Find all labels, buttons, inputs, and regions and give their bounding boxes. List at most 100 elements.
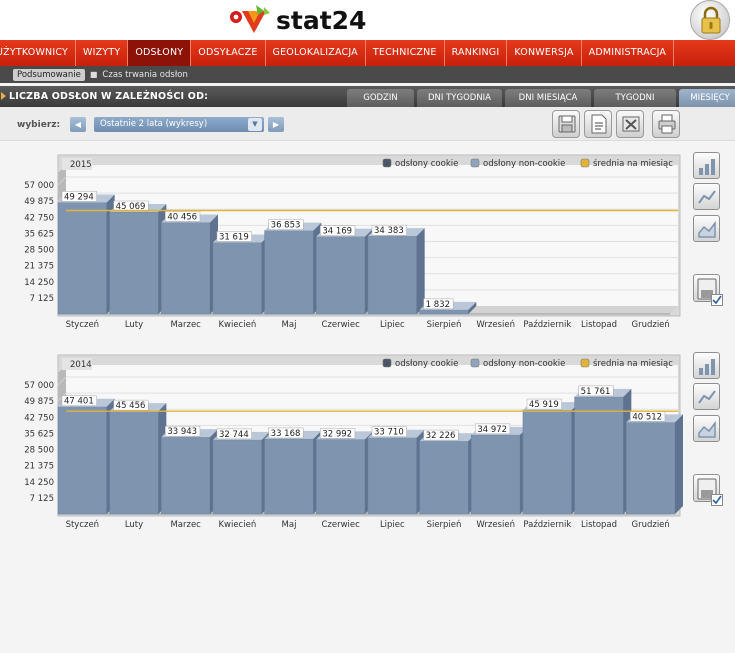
nav-item-technical[interactable]: TECHNICZNE [366, 40, 445, 66]
nav-item-referrers[interactable]: ODSYŁACZE [191, 40, 266, 66]
chart-type-line-button[interactable] [693, 183, 720, 210]
x-tick-label: Sierpień [427, 520, 462, 530]
export-txt-button[interactable] [584, 110, 612, 138]
sub-navigation: Podsumowanie ■ Czas trwania odsłon [0, 66, 735, 83]
txt-export-icon [591, 114, 607, 134]
data-label: 33 943 [167, 427, 197, 437]
legend-label: odsłony cookie [395, 359, 458, 369]
chart-title: 2015 [70, 160, 92, 170]
save-chart-checkbox[interactable] [711, 294, 723, 306]
next-option-button[interactable]: ▶ [268, 117, 284, 132]
section-arrow-icon [1, 92, 6, 100]
chart-type-area-button[interactable] [693, 215, 720, 242]
data-label: 49 294 [64, 192, 94, 202]
period-tabs: GODZIN DNI TYGODNIA DNI MIESIĄCA TYGODNI… [347, 89, 735, 107]
sub-nav-duration[interactable]: Czas trwania odsłon [102, 70, 187, 80]
bar-chart-icon [699, 359, 715, 375]
legend-label: średnia na miesiąc [593, 158, 673, 169]
y-tick-label: 7 125 [30, 494, 54, 504]
tab-weeks[interactable]: TYGODNI [594, 89, 676, 107]
x-tick-label: Marzec [170, 520, 201, 530]
chevron-down-icon: ▼ [248, 118, 262, 131]
logo[interactable]: stat24 [228, 3, 366, 37]
y-tick-label: 28 500 [24, 246, 54, 256]
tab-weekdays[interactable]: DNI TYGODNIA [417, 89, 502, 107]
save-button[interactable] [552, 110, 580, 138]
x-tick-label: Kwiecień [218, 520, 256, 530]
tab-months[interactable]: MIESIĘCY [679, 89, 735, 107]
bar [419, 309, 469, 315]
x-tick-label: Czerwiec [321, 320, 360, 330]
arrow-left-icon: ◀ [74, 120, 82, 129]
y-tick-label: 21 375 [24, 262, 54, 272]
chart-type-line-button[interactable] [693, 383, 720, 410]
nav-item-users[interactable]: UŻYTKOWNICY [0, 40, 77, 66]
data-label: 33 710 [374, 428, 404, 438]
chart-type-area-button[interactable] [693, 415, 720, 442]
legend-label: średnia na miesiąc [593, 358, 673, 369]
data-label: 34 383 [374, 226, 404, 236]
legend-swatch [470, 158, 480, 168]
y-tick-label: 57 000 [24, 381, 54, 391]
x-tick-label: Maj [282, 320, 297, 330]
legend-label: odsłony non-cookie [483, 359, 565, 369]
tab-hours[interactable]: GODZIN [347, 89, 414, 107]
legend-label: odsłony non-cookie [483, 159, 565, 169]
line-chart-icon [698, 390, 716, 404]
chart-type-bar-button[interactable] [693, 352, 720, 379]
x-tick-label: Lipiec [380, 520, 405, 530]
tab-month-days[interactable]: DNI MIESIĄCA [505, 89, 591, 107]
x-tick-label: Październik [523, 320, 571, 330]
chart-type-bar-button[interactable] [693, 152, 720, 179]
x-tick-label: Listopad [581, 520, 617, 530]
bar [316, 439, 366, 515]
excel-export-icon [622, 116, 640, 132]
bar-chart-2015: 57 000 49 875 42 750 35 625 28 500 21 375 14 2… [24, 154, 681, 330]
y-tick-label: 49 875 [24, 397, 54, 407]
bar [626, 422, 676, 515]
nav-item-rankings[interactable]: RANKINGI [445, 40, 508, 66]
bar [212, 439, 262, 515]
legend-swatch [382, 358, 392, 368]
nav-item-conversion[interactable]: KONWERSJA [507, 40, 582, 66]
data-label: 34 169 [322, 227, 352, 237]
period-select[interactable]: Ostatnie 2 lata (wykresy) ▼ [94, 117, 264, 132]
data-label: 34 972 [477, 425, 507, 435]
nav-item-administration[interactable]: ADMINISTRACJA [582, 40, 675, 66]
data-label: 40 512 [632, 412, 662, 422]
nav-item-pageviews[interactable]: ODSŁONY [128, 40, 192, 66]
x-tick-label: Październik [523, 520, 571, 530]
bar [367, 437, 417, 515]
lock-icon [701, 6, 721, 34]
x-tick-label: Lipiec [380, 320, 405, 330]
bar [161, 222, 211, 315]
bar [57, 406, 107, 515]
nav-item-visits[interactable]: WIZYTY [76, 40, 129, 66]
legend-swatch [580, 158, 590, 168]
period-select-value: Ostatnie 2 lata (wykresy) [100, 119, 208, 129]
bar [316, 236, 366, 315]
toolbar: wybierz: ◀ Ostatnie 2 lata (wykresy) ▼ ▶ [0, 107, 735, 141]
bar [161, 436, 211, 515]
data-label: 45 919 [529, 400, 559, 410]
bar [264, 438, 314, 515]
sub-nav-summary[interactable]: Podsumowanie [13, 68, 85, 81]
export-excel-button[interactable] [616, 110, 644, 138]
data-label: 32 226 [426, 431, 456, 441]
x-tick-label: Listopad [581, 320, 617, 330]
y-tick-label: 35 625 [24, 229, 54, 239]
data-label: 36 853 [271, 221, 301, 231]
x-tick-label: Sierpień [427, 320, 462, 330]
print-icon [658, 114, 676, 134]
save-chart-checkbox[interactable] [711, 494, 723, 506]
nav-item-geolocation[interactable]: GEOLOKALIZACJA [266, 40, 366, 66]
prev-option-button[interactable]: ◀ [70, 117, 86, 132]
x-tick-label: Styczeń [66, 520, 100, 530]
line-chart-icon [698, 190, 716, 204]
y-tick-label: 28 500 [24, 446, 54, 456]
print-button[interactable] [652, 110, 680, 138]
data-label: 40 456 [167, 212, 197, 222]
x-tick-label: Marzec [170, 320, 201, 330]
data-label: 33 168 [271, 429, 301, 439]
lock-button[interactable] [690, 0, 730, 40]
